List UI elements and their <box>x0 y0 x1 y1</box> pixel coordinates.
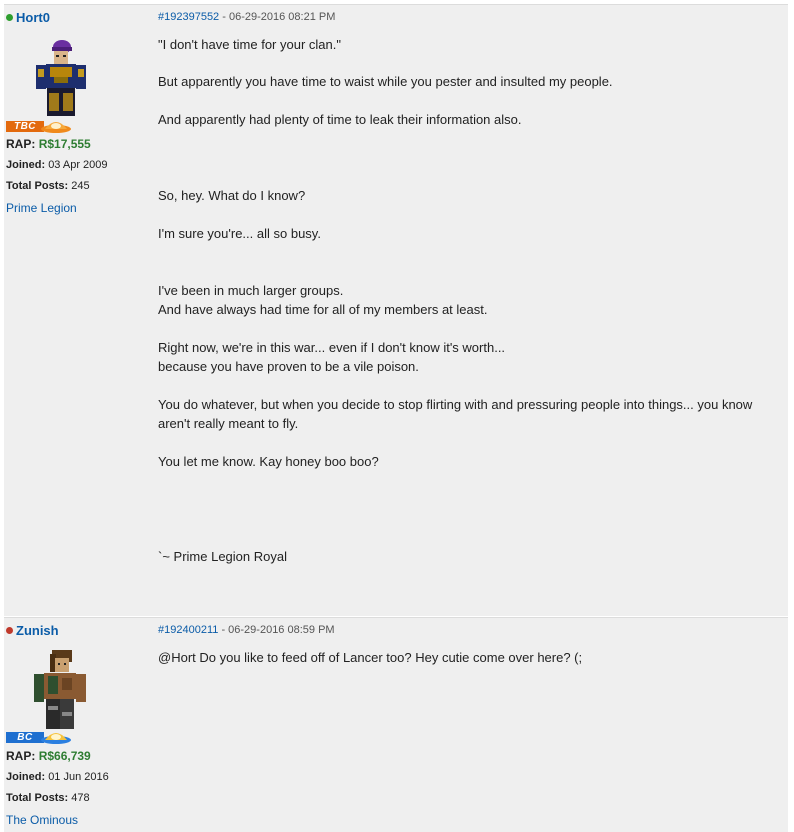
post-line: So, hey. What do I know? <box>158 188 306 203</box>
total-posts-stat: Total Posts: 478 <box>6 792 90 804</box>
rap-stat: RAP: R$66,739 <box>6 749 91 763</box>
rap-colon: : <box>31 749 39 763</box>
post-line: I've been in much larger groups. <box>158 283 344 298</box>
post-line: You let me know. Kay honey boo boo? <box>158 454 379 469</box>
rap-value: R$66,739 <box>38 749 91 763</box>
joined-value: 03 Apr 2009 <box>48 159 108 171</box>
post-line: But apparently you have time to waist wh… <box>158 74 613 89</box>
rap-colon: : <box>31 137 39 151</box>
post-author-panel: Zunish BC RAP: R$66,739 Joined: 01 Jun 2… <box>4 618 154 832</box>
joined-label: Joined: <box>6 771 46 783</box>
post-content: #192397552 - 06-29-2016 08:21 PM "I don'… <box>154 5 788 616</box>
post-line: "I don't have time for your clan." <box>158 37 341 52</box>
membership-badge: BC <box>6 729 72 745</box>
forum-post: Hort0 TBC RAP: R$17,555 Joined: 03 Apr 2… <box>4 4 788 616</box>
post-meta: #192400211 - 06-29-2016 08:59 PM <box>158 624 335 636</box>
post-content: #192400211 - 06-29-2016 08:59 PM @Hort D… <box>154 618 788 832</box>
post-signature: `~ Prime Legion Royal <box>158 549 287 564</box>
online-status-icon <box>6 13 13 21</box>
post-line: because you have proven to be a vile poi… <box>158 359 419 374</box>
rap-value: R$17,555 <box>38 137 91 151</box>
post-line: And apparently had plenty of time to lea… <box>158 112 522 127</box>
primary-group-link[interactable]: The Ominous <box>6 813 78 827</box>
post-line: I'm sure you're... all so busy. <box>158 226 321 241</box>
post-line: You do whatever, but when you decide to … <box>158 397 753 412</box>
post-line: Right now, we're in this war... even if … <box>158 340 506 355</box>
total-posts-stat: Total Posts: 245 <box>6 180 90 192</box>
membership-badge: TBC <box>6 118 72 134</box>
username-row: Zunish <box>6 622 59 638</box>
builders-club-hat-icon <box>41 733 71 744</box>
joined-stat: Joined: 01 Jun 2016 <box>6 771 109 783</box>
joined-value: 01 Jun 2016 <box>48 771 109 783</box>
post-timestamp: - 06-29-2016 08:21 PM <box>222 11 336 23</box>
post-timestamp: - 06-29-2016 08:59 PM <box>221 624 335 636</box>
joined-label: Joined: <box>6 159 46 171</box>
total-posts-value: 245 <box>71 180 90 192</box>
rap-label: RAP <box>6 137 32 151</box>
post-permalink[interactable]: #192397552 <box>158 11 219 23</box>
post-meta: #192397552 - 06-29-2016 08:21 PM <box>158 11 335 23</box>
post-line: And have always had time for all of my m… <box>158 302 488 317</box>
primary-group-link[interactable]: Prime Legion <box>6 201 77 215</box>
builders-club-hat-icon <box>41 122 71 133</box>
username-link[interactable]: Zunish <box>16 623 59 638</box>
rap-label: RAP <box>6 749 32 763</box>
total-posts-value: 478 <box>71 792 90 804</box>
username-link[interactable]: Hort0 <box>16 10 50 25</box>
total-posts-label: Total Posts: <box>6 792 69 804</box>
user-avatar[interactable] <box>26 35 90 125</box>
user-avatar[interactable] <box>26 646 90 736</box>
post-author-panel: Hort0 TBC RAP: R$17,555 Joined: 03 Apr 2… <box>4 5 154 616</box>
forum-post: Zunish BC RAP: R$66,739 Joined: 01 Jun 2… <box>4 617 788 832</box>
post-permalink[interactable]: #192400211 <box>158 624 218 636</box>
offline-status-icon <box>6 626 13 634</box>
username-row: Hort0 <box>6 9 50 25</box>
total-posts-label: Total Posts: <box>6 180 69 192</box>
post-line: aren't really meant to fly. <box>158 416 299 431</box>
joined-stat: Joined: 03 Apr 2009 <box>6 159 108 171</box>
rap-stat: RAP: R$17,555 <box>6 137 91 151</box>
post-line: @Hort Do you like to feed off of Lancer … <box>158 650 583 665</box>
